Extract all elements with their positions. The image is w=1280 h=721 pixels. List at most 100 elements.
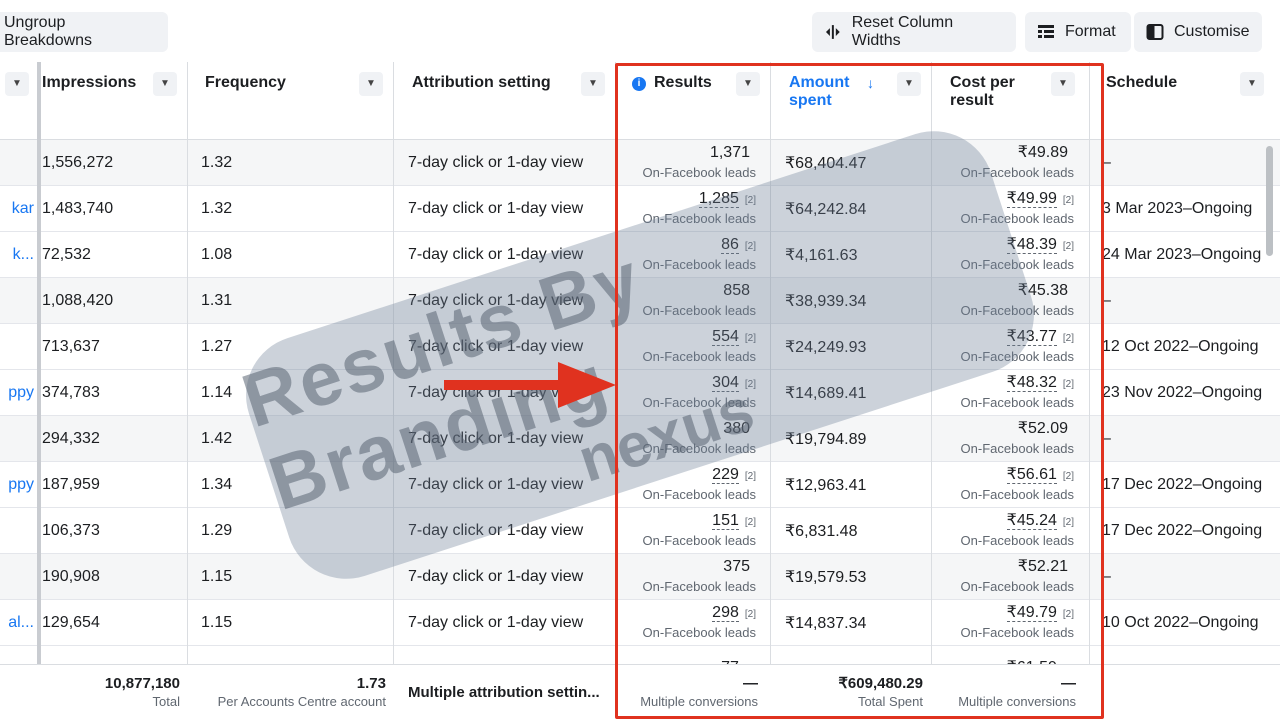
attribution-value: 7-day click or 1-day view: [408, 200, 584, 217]
cpr-value[interactable]: ₹49.99: [1006, 190, 1057, 208]
row-name-partial[interactable]: [0, 278, 34, 324]
cpr-subtitle: On-Facebook leads: [960, 303, 1074, 318]
table-row[interactable]: al... 129,654 1.15 7-day click or 1-day …: [0, 600, 1280, 646]
header-attribution[interactable]: Attribution setting ▼: [394, 62, 616, 140]
impressions-value: 129,654: [42, 614, 100, 631]
results-value[interactable]: 380: [723, 420, 750, 437]
vertical-scrollbar[interactable]: [1266, 146, 1273, 256]
total-frequency-caption: Per Accounts Centre account: [217, 694, 386, 709]
table-row[interactable]: kar 1,483,740 1.32 7-day click or 1-day …: [0, 186, 1280, 232]
frequency-value: 1.32: [201, 200, 233, 217]
results-value[interactable]: 554: [712, 328, 739, 346]
cell-frequency: 1.32: [188, 140, 392, 186]
results-value[interactable]: 375: [723, 558, 750, 575]
table-row[interactable]: ppy 187,959 1.34 7-day click or 1-day vi…: [0, 462, 1280, 508]
table-row[interactable]: ppy 374,783 1.14 7-day click or 1-day vi…: [0, 370, 1280, 416]
header-frequency[interactable]: Frequency ▼: [188, 62, 394, 140]
header-cost-per-result[interactable]: Cost per result ▼: [932, 62, 1090, 140]
cell-amount-spent: ₹24,249.93: [771, 324, 931, 370]
row-name-partial[interactable]: [0, 508, 34, 554]
impressions-value: 190,908: [42, 568, 100, 585]
attribution-value: 7-day click or 1-day view: [408, 338, 584, 355]
cpr-subtitle: On-Facebook leads: [960, 257, 1074, 272]
results-value[interactable]: 304: [712, 374, 739, 392]
results-value[interactable]: 298: [712, 604, 739, 622]
row-name-label[interactable]: k...: [13, 246, 34, 264]
chevron-down-icon[interactable]: ▼: [153, 72, 177, 96]
chevron-down-icon[interactable]: ▼: [581, 72, 605, 96]
row-name-partial[interactable]: al...: [0, 600, 34, 646]
cpr-value[interactable]: ₹45.24: [1006, 512, 1057, 530]
cell-schedule: 3 Mar 2023–Ongoing: [1090, 186, 1280, 232]
row-name-partial[interactable]: [0, 140, 34, 186]
total-frequency: 1.73 Per Accounts Centre account: [188, 665, 386, 721]
table-row[interactable]: 190,908 1.15 7-day click or 1-day view 3…: [0, 554, 1280, 600]
cpr-value[interactable]: ₹49.79: [1006, 604, 1057, 622]
header-name-partial[interactable]: ▼: [0, 62, 38, 140]
row-name-label[interactable]: kar: [12, 200, 34, 218]
chevron-down-icon[interactable]: ▼: [1051, 72, 1075, 96]
impressions-value: 374,783: [42, 384, 100, 401]
cpr-value[interactable]: ₹43.77: [1006, 328, 1057, 346]
row-name-partial[interactable]: [0, 554, 34, 600]
table-row[interactable]: 294,332 1.42 7-day click or 1-day view 3…: [0, 416, 1280, 462]
amount-spent-value: ₹12,963.41: [785, 477, 867, 494]
header-amount-spent[interactable]: Amount spent ↓ ▼: [771, 62, 932, 140]
row-name-partial[interactable]: [0, 416, 34, 462]
cpr-value[interactable]: ₹49.89: [1018, 144, 1068, 161]
results-value[interactable]: 151: [712, 512, 739, 530]
frozen-column-divider[interactable]: [37, 62, 41, 720]
header-impressions[interactable]: Impressions ▼: [40, 62, 188, 140]
chevron-down-icon[interactable]: ▼: [1240, 72, 1264, 96]
row-name-partial[interactable]: ppy: [0, 370, 34, 416]
chevron-down-icon[interactable]: ▼: [359, 72, 383, 96]
column-divider: [393, 62, 394, 720]
results-value[interactable]: 1,371: [710, 144, 750, 161]
header-schedule[interactable]: Schedule ▼: [1090, 62, 1280, 140]
results-value[interactable]: 858: [723, 282, 750, 299]
amount-spent-value: ₹68,404.47: [785, 155, 867, 172]
row-name-label[interactable]: ppy: [8, 384, 34, 402]
table-row[interactable]: 1,088,420 1.31 7-day click or 1-day view…: [0, 278, 1280, 324]
row-name-partial[interactable]: [0, 324, 34, 370]
cpr-value[interactable]: ₹52.09: [1018, 420, 1068, 437]
cpr-subtitle: On-Facebook leads: [960, 579, 1074, 594]
row-name-partial[interactable]: ppy: [0, 462, 34, 508]
chevron-down-icon[interactable]: ▼: [736, 72, 760, 96]
info-icon[interactable]: i: [632, 77, 646, 91]
results-value[interactable]: 86: [721, 236, 739, 254]
results-subtitle: On-Facebook leads: [642, 211, 756, 226]
column-resize-icon: [825, 25, 840, 39]
customise-button[interactable]: Customise: [1134, 12, 1262, 52]
header-attribution-label: Attribution setting: [412, 74, 551, 91]
reset-column-widths-button[interactable]: Reset Column Widths: [812, 12, 1016, 52]
total-amount-spent: ₹609,480.29 Total Spent: [771, 665, 923, 721]
table-row[interactable]: 106,373 1.29 7-day click or 1-day view 1…: [0, 508, 1280, 554]
header-results[interactable]: i Results ▼: [616, 62, 771, 140]
chevron-down-icon[interactable]: ▼: [897, 72, 921, 96]
row-name-partial[interactable]: k...: [0, 232, 34, 278]
total-impressions: 10,877,180 Total: [40, 665, 180, 721]
format-button[interactable]: Format: [1025, 12, 1131, 52]
row-name-partial[interactable]: kar: [0, 186, 34, 232]
table-row[interactable]: k... 72,532 1.08 7-day click or 1-day vi…: [0, 232, 1280, 278]
sort-descending-icon[interactable]: ↓: [867, 74, 874, 92]
results-value[interactable]: 229: [712, 466, 739, 484]
cpr-value[interactable]: ₹48.32: [1006, 374, 1057, 392]
cell-impressions: 190,908: [40, 554, 186, 600]
format-label: Format: [1065, 23, 1116, 40]
cpr-value[interactable]: ₹45.38: [1018, 282, 1068, 299]
chevron-down-icon[interactable]: ▼: [5, 72, 29, 96]
cpr-value[interactable]: ₹52.21: [1018, 558, 1068, 575]
table-row[interactable]: 1,556,272 1.32 7-day click or 1-day view…: [0, 140, 1280, 186]
cpr-value[interactable]: ₹56.61: [1006, 466, 1057, 484]
results-value[interactable]: 1,285: [698, 190, 739, 208]
cell-impressions: 129,654: [40, 600, 186, 646]
cell-results: 380 On-Facebook leads: [616, 416, 770, 462]
ungroup-breakdowns-button[interactable]: Ungroup Breakdowns: [0, 12, 168, 52]
cpr-value[interactable]: ₹48.39: [1006, 236, 1057, 254]
row-name-label[interactable]: al...: [8, 614, 34, 632]
row-name-label[interactable]: ppy: [8, 476, 34, 494]
table-row[interactable]: 713,637 1.27 7-day click or 1-day view 5…: [0, 324, 1280, 370]
format-table-icon: [1038, 25, 1054, 38]
